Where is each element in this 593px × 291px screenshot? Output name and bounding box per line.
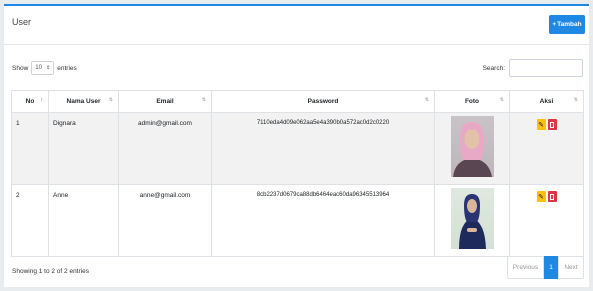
cell-photo — [434, 112, 510, 185]
cell-email: admin@gmail.com — [118, 112, 212, 185]
pagination: Previous 1 Next — [507, 256, 584, 279]
col-no[interactable]: No ↑ — [11, 90, 49, 113]
search-label: Search: — [482, 64, 505, 72]
col-email[interactable]: Email ⇅ — [118, 90, 212, 113]
page-length-control: Show 10 ⇕ entries — [12, 61, 77, 75]
col-foto[interactable]: Foto ⇅ — [434, 90, 510, 113]
delete-button[interactable] — [547, 191, 557, 202]
entries-label: entries — [57, 64, 77, 72]
page-length-value: 10 — [35, 65, 42, 71]
edit-button[interactable]: ✎ — [536, 191, 546, 202]
card-header: User + Tambah — [4, 6, 589, 45]
search-input[interactable] — [509, 59, 583, 77]
trash-icon — [550, 193, 554, 200]
sort-icon: ⇅ — [201, 97, 206, 103]
cell-no: 1 — [11, 112, 49, 185]
cell-no: 2 — [11, 184, 49, 257]
col-password[interactable]: Password ⇅ — [211, 90, 435, 113]
edit-button[interactable]: ✎ — [536, 119, 546, 130]
cell-name: Anne — [48, 184, 119, 257]
search-control: Search: — [483, 59, 583, 77]
sort-icon: ⇅ — [424, 97, 429, 103]
add-user-button[interactable]: + Tambah — [549, 15, 585, 34]
sort-asc-icon: ↑ — [40, 97, 44, 103]
cell-password: 8cb2237d0679ca88db6464eac60da96345513964 — [211, 184, 435, 257]
sort-icon: ⇅ — [499, 97, 504, 103]
table-header-row: No ↑ Nama User ⇅ Email ⇅ Password ⇅ Foto ⇅ A… — [11, 90, 584, 113]
add-user-label: Tambah — [557, 21, 582, 28]
cell-actions: ✎ — [509, 184, 584, 257]
profile-photo — [450, 188, 494, 249]
page-length-select[interactable]: 10 ⇕ — [31, 61, 55, 75]
previous-page-button[interactable]: Previous — [507, 256, 544, 279]
cell-email: anne@gmail.com — [118, 184, 212, 257]
table-info: Showing 1 to 2 of 2 entries — [12, 268, 89, 275]
pencil-icon: ✎ — [538, 193, 544, 201]
user-table: No ↑ Nama User ⇅ Email ⇅ Password ⇅ Foto ⇅ A… — [11, 90, 584, 257]
user-card: User + Tambah Show 10 ⇕ entries Search: … — [4, 4, 589, 287]
plus-icon: + — [552, 21, 557, 28]
show-label: Show — [12, 64, 29, 72]
table-row: 2 Anne anne@gmail.com 8cb2237d0679ca88db… — [11, 184, 584, 257]
sort-icon: ⇅ — [573, 97, 578, 103]
page-1-button[interactable]: 1 — [544, 256, 558, 279]
select-arrows-icon: ⇕ — [46, 65, 51, 71]
card-title: User — [12, 17, 32, 27]
col-nama-user[interactable]: Nama User ⇅ — [48, 90, 119, 113]
col-aksi[interactable]: Aksi ⇅ — [509, 90, 584, 113]
cell-name: Dignara — [48, 112, 119, 185]
sort-icon: ⇅ — [108, 97, 113, 103]
next-page-button[interactable]: Next — [558, 256, 584, 279]
trash-icon — [550, 121, 554, 128]
cell-password: 7110eda4d09e062aa5e4a390b0a572ac0d2c0220 — [211, 112, 435, 185]
profile-photo — [450, 116, 494, 177]
cell-actions: ✎ — [509, 112, 584, 185]
pencil-icon: ✎ — [538, 121, 544, 129]
delete-button[interactable] — [547, 119, 557, 130]
cell-photo — [434, 184, 510, 257]
table-row: 1 Dignara admin@gmail.com 7110eda4d09e06… — [11, 112, 584, 185]
